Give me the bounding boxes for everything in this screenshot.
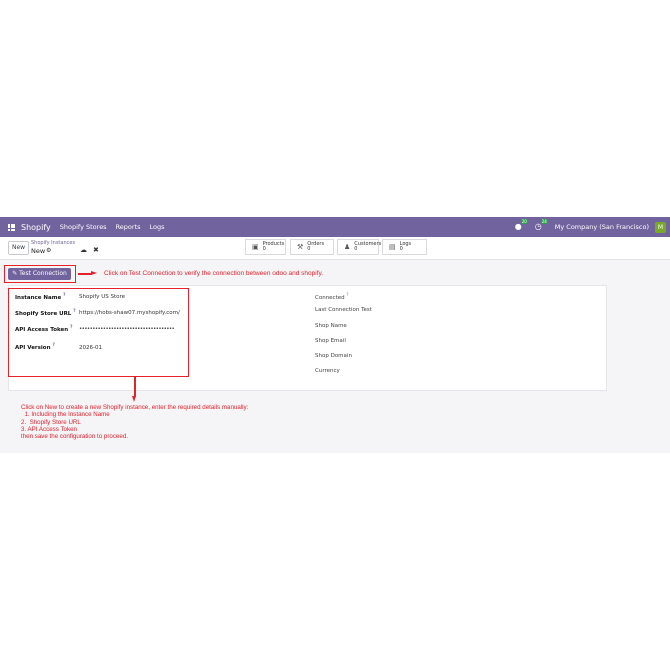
smart-button-logs[interactable]: ▤ Logs 0 bbox=[382, 239, 427, 255]
form-arrow-head bbox=[132, 396, 136, 402]
new-instance-note: Click on New to create a new Shopify ins… bbox=[21, 404, 249, 441]
smart-button-orders[interactable]: ⚒ Orders 0 bbox=[290, 239, 334, 255]
control-panel: New Shopify Instances New ⚙ ☁ ✖ ▣ Produc… bbox=[0, 237, 670, 260]
discard-icon[interactable]: ✖ bbox=[93, 246, 99, 254]
cube-icon: ▣ bbox=[252, 243, 259, 251]
clock-icon[interactable]: ◷ 24 bbox=[535, 219, 548, 232]
form-arrow-line bbox=[134, 377, 136, 397]
breadcrumb-current: New bbox=[31, 247, 46, 255]
chat-icon[interactable]: ● 20 bbox=[515, 219, 528, 232]
shop-name-label: Shop Name bbox=[315, 323, 347, 329]
odoo-app: Shopify Shopify Stores Reports Logs ● 20… bbox=[0, 217, 670, 453]
user-avatar[interactable]: M bbox=[655, 221, 666, 233]
apps-menu-icon[interactable] bbox=[8, 223, 15, 231]
test-connection-note: Click on Test Connection to verify the c… bbox=[104, 270, 324, 277]
new-button[interactable]: New bbox=[8, 241, 30, 255]
test-connection-highlight bbox=[4, 265, 76, 283]
chat-badge: 20 bbox=[520, 219, 528, 224]
form-fields-highlight bbox=[8, 288, 189, 377]
company-switcher[interactable]: My Company (San Francisco) bbox=[555, 223, 649, 231]
gear-icon[interactable]: ⚙ bbox=[46, 247, 51, 254]
top-navbar: Shopify Shopify Stores Reports Logs ● 20… bbox=[0, 217, 670, 237]
last-connection-test-label: Last Connection Test bbox=[315, 307, 372, 313]
menu-logs[interactable]: Logs bbox=[150, 223, 165, 231]
save-cloud-icon[interactable]: ☁ bbox=[80, 246, 87, 254]
shop-email-label: Shop Email bbox=[315, 338, 346, 344]
log-icon: ▤ bbox=[389, 243, 396, 251]
cart-icon: ⚒ bbox=[297, 243, 304, 251]
app-brand[interactable]: Shopify bbox=[21, 223, 51, 232]
menu-reports[interactable]: Reports bbox=[116, 223, 141, 231]
smart-button-customers[interactable]: ♟ Customers 0 bbox=[337, 239, 381, 255]
menu-shopify-stores[interactable]: Shopify Stores bbox=[60, 223, 107, 231]
breadcrumb-parent[interactable]: Shopify Instances bbox=[31, 240, 75, 246]
test-arrow-head bbox=[91, 271, 97, 275]
users-icon: ♟ bbox=[344, 243, 351, 251]
shop-domain-label: Shop Domain bbox=[315, 353, 352, 359]
smart-button-products[interactable]: ▣ Products 0 bbox=[245, 239, 286, 255]
currency-label: Currency bbox=[315, 368, 340, 374]
activity-badge: 24 bbox=[540, 219, 548, 224]
connected-label: Connected ? bbox=[315, 292, 349, 301]
test-arrow-line bbox=[78, 273, 92, 275]
